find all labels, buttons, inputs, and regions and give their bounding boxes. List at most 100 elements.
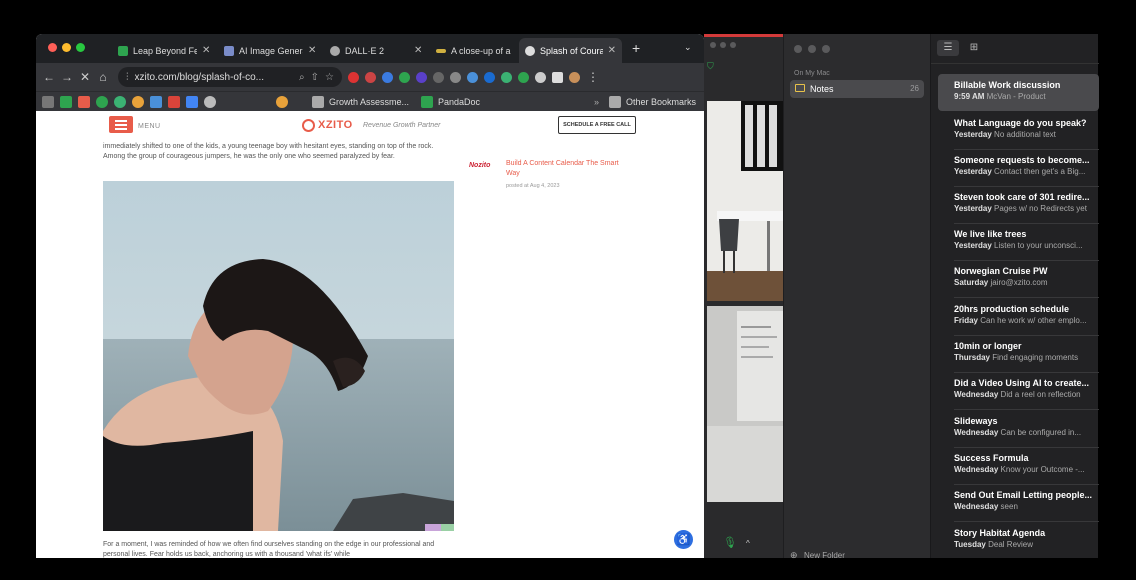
note-date: Yesterday	[954, 241, 992, 250]
note-date: 9:59 AM	[954, 92, 985, 101]
bookmarks-bar: Growth Assessme... PandaDoc » Other Book…	[36, 91, 704, 111]
extension-icon[interactable]	[348, 71, 359, 83]
note-item[interactable]: Steven took care of 301 redire... Yester…	[938, 186, 1099, 223]
tab-ai-image[interactable]: AI Image Genera ✕	[218, 38, 324, 63]
extension-icon[interactable]	[501, 71, 512, 83]
tab-splash-of-courage[interactable]: Splash of Coura ✕	[519, 38, 622, 63]
bookmark-icon[interactable]	[132, 95, 144, 108]
bookmark-icon[interactable]	[78, 95, 90, 108]
forward-arrow-icon[interactable]: →	[58, 70, 76, 84]
extension-icon[interactable]	[518, 71, 529, 83]
extension-icon[interactable]	[365, 71, 376, 83]
note-item[interactable]: Someone requests to become... Yesterday …	[938, 149, 1099, 186]
more-bookmarks-chevron-icon[interactable]: »	[594, 97, 599, 107]
extension-icon[interactable]	[382, 71, 393, 83]
related-post-title[interactable]: Build A Content Calendar The Smart Way	[506, 159, 631, 179]
zoom-window-button[interactable]	[76, 43, 85, 52]
section-header: On My Mac	[794, 70, 830, 77]
zoom-icon[interactable]: ⌕	[299, 72, 305, 83]
menu-button[interactable]	[109, 116, 133, 133]
participant-video-tile[interactable]	[707, 101, 783, 301]
bookmark-icon[interactable]	[168, 95, 180, 108]
note-item[interactable]: Norwegian Cruise PW Saturday jairo@xzito…	[938, 260, 1099, 297]
window-close-dot[interactable]	[794, 45, 802, 53]
schedule-call-button[interactable]: SCHEDULE A FREE CALL	[558, 116, 636, 134]
minimize-window-button[interactable]	[62, 43, 71, 52]
close-tab-icon[interactable]: ✕	[308, 45, 316, 56]
new-tab-button[interactable]: +	[632, 40, 640, 56]
bookmark-growth-assessment[interactable]: Growth Assessme...	[329, 97, 409, 107]
close-tab-icon[interactable]: ✕	[202, 45, 210, 56]
folder-notes[interactable]: Notes 26	[790, 80, 924, 98]
list-view-icon[interactable]: ☰	[937, 40, 959, 56]
bookmark-icon[interactable]	[96, 95, 108, 108]
site-info-icon[interactable]: ⫶	[126, 72, 129, 83]
pandadoc-icon	[421, 95, 434, 108]
window-minimize-dot[interactable]	[808, 45, 816, 53]
back-arrow-icon[interactable]: ←	[40, 70, 58, 84]
bookmark-icon[interactable]	[186, 95, 198, 108]
bookmark-icon[interactable]	[276, 95, 288, 108]
menu-label[interactable]: MENU	[138, 123, 161, 130]
tab-dalle[interactable]: DALL·E 2 ✕	[324, 38, 430, 63]
share-icon[interactable]: ⇧	[311, 72, 319, 83]
note-preview: Know your Outcome -...	[1000, 465, 1085, 474]
bookmark-icon[interactable]	[114, 95, 126, 108]
note-item[interactable]: Success Formula Wednesday Know your Outc…	[938, 447, 1099, 484]
tab-search-chevron-icon[interactable]: ⌄	[684, 42, 692, 53]
bookmark-icon[interactable]	[60, 95, 72, 108]
related-post-thumbnail[interactable]: Nozito	[469, 162, 502, 172]
extensions-puzzle-icon[interactable]	[535, 71, 546, 83]
extension-icon[interactable]	[467, 71, 478, 83]
home-icon[interactable]: ⌂	[94, 70, 112, 84]
extension-icon[interactable]	[484, 71, 495, 83]
extension-icon[interactable]	[450, 71, 461, 83]
note-item[interactable]: We live like trees Yesterday Listen to y…	[938, 223, 1099, 260]
note-item[interactable]: What Language do you speak? Yesterday No…	[938, 112, 1099, 149]
side-panel-icon[interactable]	[552, 71, 563, 83]
tab-favicon	[224, 45, 234, 56]
close-tab-icon[interactable]: ✕	[608, 45, 616, 56]
new-folder-button[interactable]: New Folder	[804, 551, 845, 560]
note-title: Send Out Email Letting people...	[954, 490, 1093, 500]
bookmark-icon[interactable]	[204, 95, 216, 108]
bookmark-icon[interactable]	[150, 95, 162, 108]
tab-label: AI Image Genera	[239, 45, 303, 56]
close-window-button[interactable]	[48, 43, 57, 52]
web-page: MENU XZITO Revenue Growth Partner SCHEDU…	[36, 111, 704, 558]
xzito-logo-icon[interactable]	[302, 119, 315, 132]
bookmark-star-icon[interactable]: ☆	[325, 72, 334, 83]
participant-video-tile[interactable]	[707, 306, 783, 502]
related-post-card[interactable]: Nozito Build A Content Calendar The Smar…	[466, 156, 646, 196]
extension-icon[interactable]	[416, 71, 427, 83]
mic-options-chevron-icon[interactable]: ^	[746, 539, 750, 548]
note-item[interactable]: 20hrs production schedule Friday Can he …	[938, 298, 1099, 335]
accessibility-button[interactable]: ♿	[674, 530, 693, 549]
note-item[interactable]: Send Out Email Letting people... Wednesd…	[938, 484, 1099, 521]
other-bookmarks[interactable]: Other Bookmarks	[626, 97, 696, 107]
note-item[interactable]: Billable Work discussion 9:59 AM McVan -…	[938, 74, 1099, 111]
browser-toolbar: ← → ✕ ⌂ ⫶ xzito.com/blog/splash-of-co...…	[36, 63, 704, 91]
note-item[interactable]: Story Habitat Agenda Tuesday Deal Review	[938, 522, 1099, 559]
note-item[interactable]: Slideways Wednesday Can be configured in…	[938, 410, 1099, 447]
note-title: Did a Video Using AI to create...	[954, 378, 1090, 388]
note-title: Norwegian Cruise PW	[954, 266, 1048, 276]
security-shield-icon: ⛉	[707, 61, 714, 71]
browser-menu-icon[interactable]: ⋮	[584, 70, 602, 84]
stop-loading-icon[interactable]: ✕	[76, 70, 94, 84]
gallery-view-icon[interactable]: ⊞	[965, 40, 983, 56]
tab-leap-beyond[interactable]: Leap Beyond Fe ✕	[112, 38, 218, 63]
bookmark-icon[interactable]	[42, 95, 54, 108]
site-logo[interactable]: XZITO	[318, 119, 353, 131]
close-tab-icon[interactable]: ✕	[414, 45, 422, 56]
grammarly-icon[interactable]	[399, 71, 410, 83]
bookmark-pandadoc[interactable]: PandaDoc	[438, 97, 480, 107]
note-item[interactable]: 10min or longer Thursday Find engaging m…	[938, 335, 1099, 372]
note-item[interactable]: Did a Video Using AI to create... Wednes…	[938, 372, 1099, 409]
profile-avatar[interactable]	[569, 71, 580, 83]
add-folder-icon[interactable]: ⊕	[790, 550, 798, 561]
window-zoom-dot[interactable]	[822, 45, 830, 53]
extension-icon[interactable]	[433, 71, 444, 83]
microphone-icon[interactable]: 🎙	[723, 536, 737, 549]
address-bar[interactable]: ⫶ xzito.com/blog/splash-of-co... ⌕ ⇧ ☆	[118, 67, 342, 87]
